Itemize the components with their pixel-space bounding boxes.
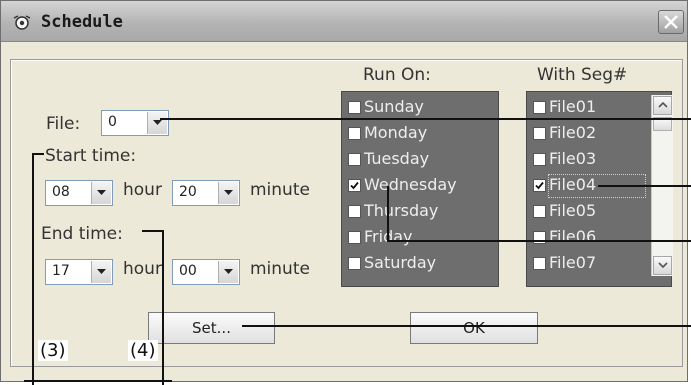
end-time-label: End time: xyxy=(41,224,123,244)
chevron-down-icon[interactable] xyxy=(91,261,111,283)
with-seg-list[interactable]: File01 File02 File03 File04 File05 File0… xyxy=(526,91,673,287)
file-item-label: File05 xyxy=(549,201,597,220)
schedule-icon xyxy=(13,15,31,30)
callout-4: (4) xyxy=(128,340,158,361)
chevron-up-icon xyxy=(658,102,668,108)
checkbox[interactable] xyxy=(348,153,361,166)
day-label: Sunday xyxy=(364,97,424,116)
file-item-label: File07 xyxy=(549,253,597,272)
checkbox[interactable] xyxy=(533,205,546,218)
checkbox[interactable] xyxy=(348,179,361,192)
checkbox[interactable] xyxy=(348,205,361,218)
file-item-label: File01 xyxy=(549,97,597,116)
start-minute-value: 20 xyxy=(179,184,197,200)
scroll-up-button[interactable] xyxy=(653,96,672,115)
annotation-line xyxy=(387,240,691,242)
end-minute-value: 00 xyxy=(179,263,197,279)
file-value: 0 xyxy=(108,114,117,130)
checkmark-icon xyxy=(535,181,544,190)
checkbox[interactable] xyxy=(348,257,361,270)
annotation-line xyxy=(32,153,34,385)
file-item-label: File04 xyxy=(549,175,597,194)
start-hour-value: 08 xyxy=(52,184,70,200)
annotation-line xyxy=(598,185,691,187)
chevron-down-icon[interactable] xyxy=(218,182,238,204)
set-button[interactable]: Set... xyxy=(148,312,275,344)
file-item-label: File06 xyxy=(549,227,597,246)
checkbox[interactable] xyxy=(348,127,361,140)
start-time-label: Start time: xyxy=(45,146,137,166)
annotation-line xyxy=(142,230,164,232)
file-select[interactable]: 0 xyxy=(101,110,169,136)
day-label: Wednesday xyxy=(364,175,457,194)
file-item-label: File02 xyxy=(549,123,597,142)
day-label: Monday xyxy=(364,123,428,142)
start-minute-unit: minute xyxy=(250,180,310,200)
annotation-line xyxy=(24,380,172,382)
checkbox[interactable] xyxy=(533,257,546,270)
annotation-line xyxy=(242,325,691,327)
checkbox[interactable] xyxy=(533,231,546,244)
day-label: Tuesday xyxy=(364,149,430,168)
chevron-down-icon[interactable] xyxy=(91,182,111,204)
file-item-label: File03 xyxy=(549,149,597,168)
checkbox[interactable] xyxy=(533,179,546,192)
checkbox[interactable] xyxy=(533,153,546,166)
run-on-header: Run On: xyxy=(363,65,431,85)
callout-3: (3) xyxy=(38,340,68,361)
checkbox[interactable] xyxy=(348,101,361,114)
chevron-down-icon xyxy=(658,262,668,268)
checkbox[interactable] xyxy=(348,231,361,244)
start-hour-select[interactable]: 08 xyxy=(45,180,113,206)
end-minute-unit: minute xyxy=(250,259,310,279)
scroll-down-button[interactable] xyxy=(653,256,672,275)
checkbox[interactable] xyxy=(533,127,546,140)
chevron-down-icon[interactable] xyxy=(218,261,238,283)
annotation-line xyxy=(160,118,691,120)
file-label: File: xyxy=(46,114,81,134)
run-on-list[interactable]: Sunday Monday Tuesday Wednesday Thursday… xyxy=(341,91,499,287)
day-label: Saturday xyxy=(364,253,437,272)
close-icon xyxy=(664,15,678,29)
ok-button[interactable]: OK xyxy=(410,312,538,344)
annotation-line xyxy=(162,230,164,385)
checkmark-icon xyxy=(350,181,359,190)
end-minute-select[interactable]: 00 xyxy=(172,259,240,285)
start-minute-select[interactable]: 20 xyxy=(172,180,240,206)
annotation-line xyxy=(387,186,389,242)
chevron-down-icon[interactable] xyxy=(147,112,167,134)
with-seg-header: With Seg# xyxy=(537,65,628,85)
end-hour-unit: hour xyxy=(123,259,162,279)
title-bar[interactable]: Schedule xyxy=(1,1,687,42)
checkbox[interactable] xyxy=(533,101,546,114)
start-hour-unit: hour xyxy=(123,180,162,200)
close-button[interactable] xyxy=(658,10,684,34)
end-hour-select[interactable]: 17 xyxy=(45,259,113,285)
day-label: Thursday xyxy=(364,201,439,220)
end-hour-value: 17 xyxy=(52,263,70,279)
window-title: Schedule xyxy=(41,12,123,32)
